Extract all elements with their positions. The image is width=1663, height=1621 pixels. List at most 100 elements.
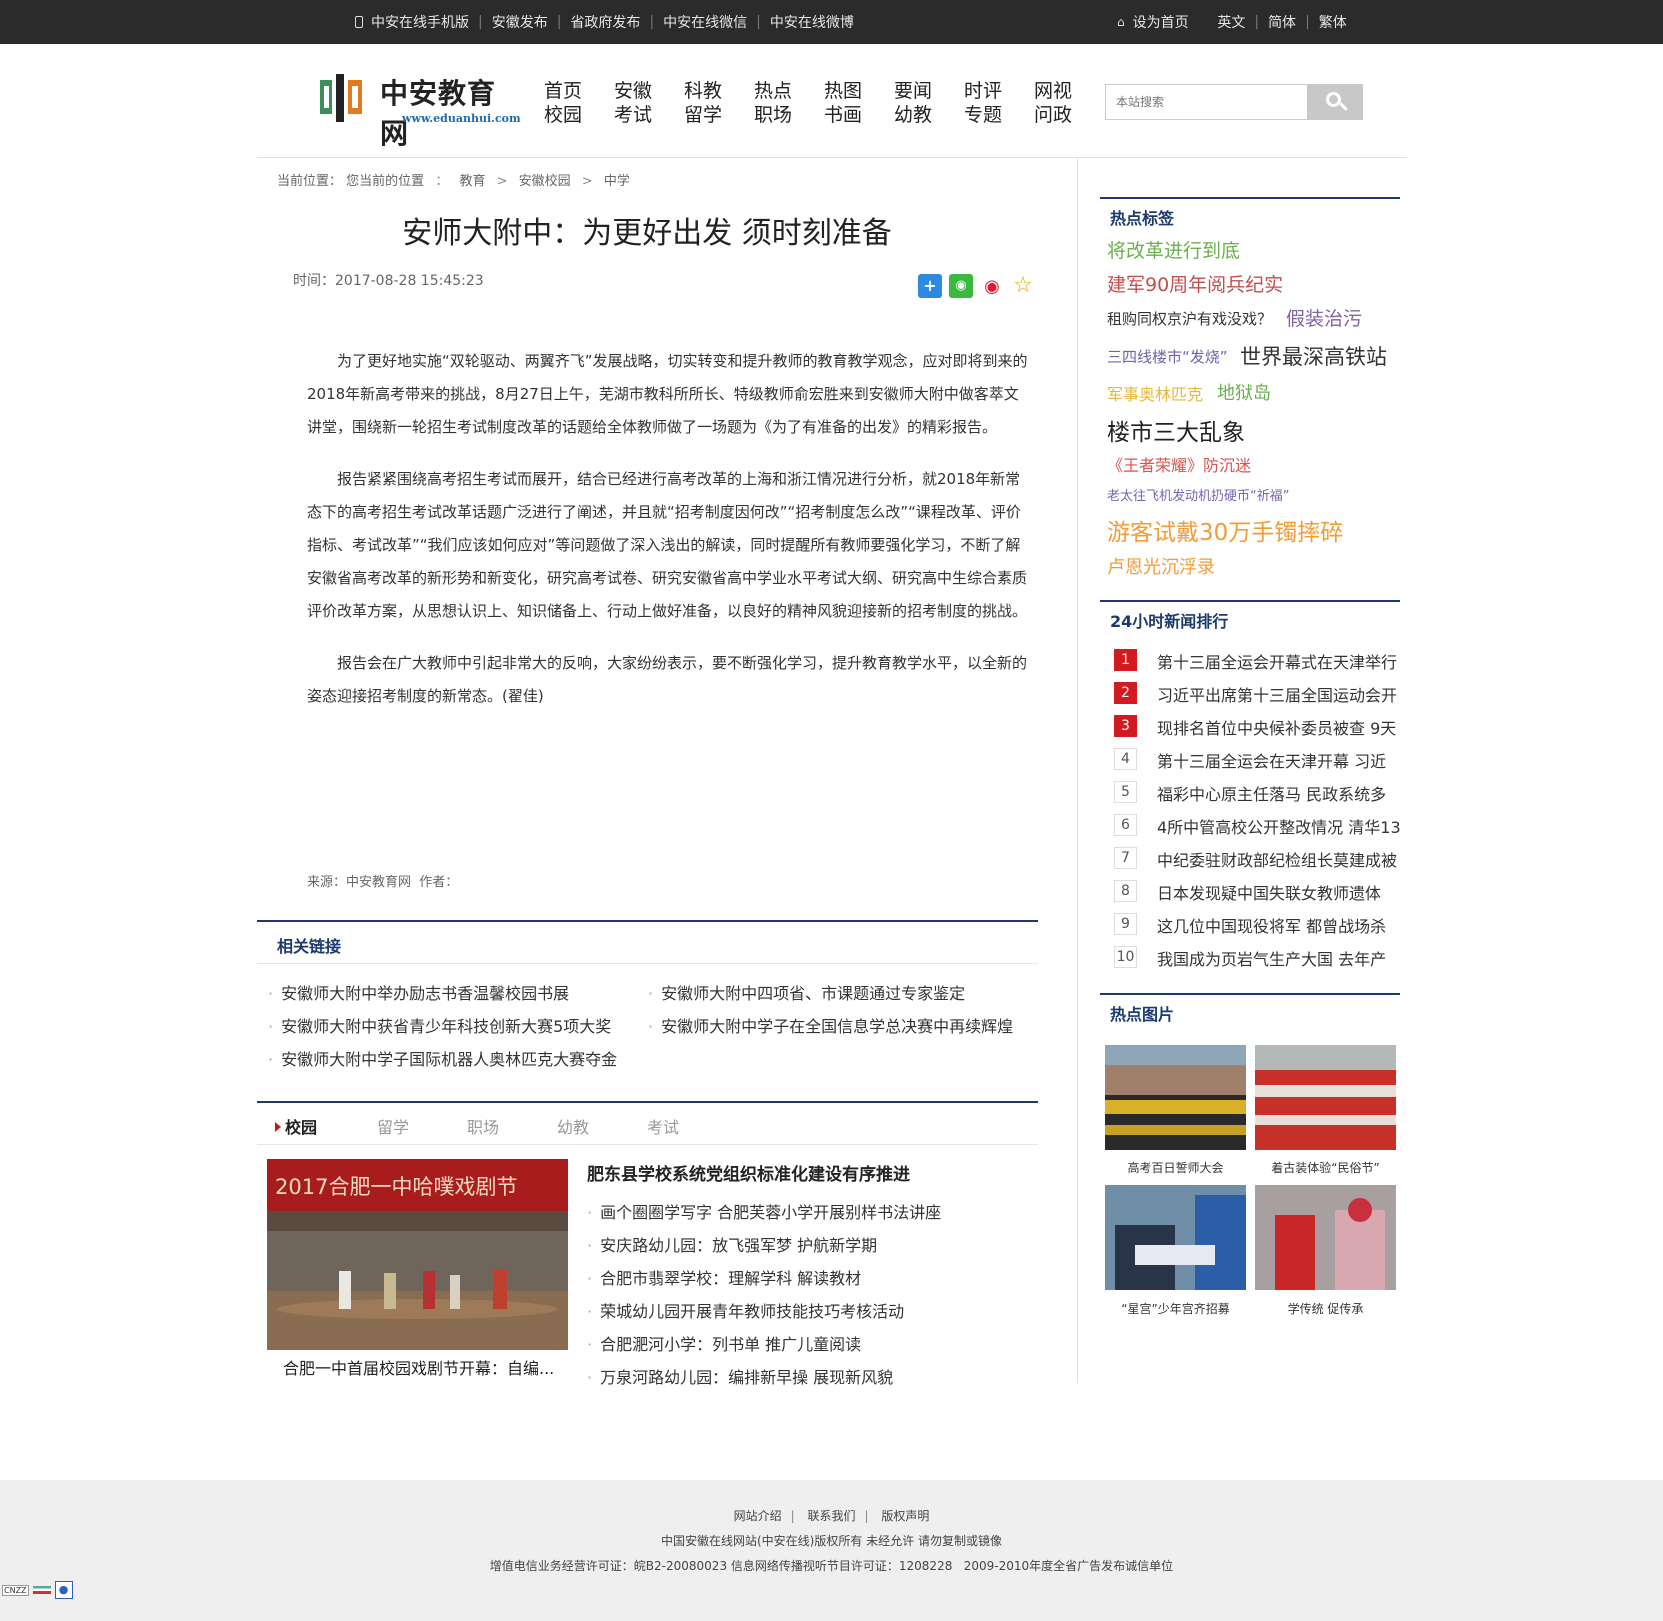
set-homepage-link[interactable]: 设为首页: [1133, 12, 1189, 32]
anhui-release-link[interactable]: 安徽发布: [492, 12, 548, 32]
hot-pic[interactable]: [1255, 1045, 1396, 1150]
news-ranking-title: 24小时新闻排行: [1110, 612, 1229, 631]
contact-link[interactable]: 联系我们: [807, 1509, 855, 1523]
related-link[interactable]: 安徽师大附中学子在全国信息学总决赛中再续辉煌: [648, 1013, 1013, 1037]
nav-item-science[interactable]: 科教: [684, 80, 722, 102]
tab-campus[interactable]: 校园: [275, 1114, 317, 1138]
paw-badge-icon[interactable]: ●: [54, 1581, 73, 1599]
related-link[interactable]: 安徽师大附中四项省、市课题通过专家鉴定: [648, 980, 965, 1004]
wechat-link[interactable]: 中安在线微信: [663, 12, 747, 32]
article-paragraph: 报告紧紧围绕高考招生考试而展开，结合已经进行高考改革的上海和浙江情况进行分析，就…: [307, 470, 1028, 620]
star-favorite-icon[interactable]: ☆: [1011, 274, 1035, 298]
hot-tag[interactable]: 地狱岛: [1217, 379, 1271, 405]
tab-exam[interactable]: 考试: [647, 1114, 679, 1138]
hot-tag[interactable]: 游客试戴30万手镯摔碎: [1107, 513, 1343, 547]
search-button[interactable]: [1307, 84, 1363, 120]
youth-palace-photo: [1105, 1185, 1246, 1290]
weibo-icon[interactable]: ◉: [980, 274, 1004, 298]
article-body: 为了更好地实施“双轮驱动、两翼齐飞”发展战略，切实转变和提升教师的教育教学观念，…: [307, 345, 1029, 732]
nav-item-home[interactable]: 首页: [544, 80, 582, 102]
feature-image[interactable]: 2017合肥一中哈噗戏剧节: [267, 1159, 568, 1350]
breadcrumb-anhui-campus[interactable]: 安徽校园: [519, 174, 571, 189]
news-ranking-section: 24小时新闻排行: [1100, 600, 1400, 631]
article-source: 来源：中安教育网 作者：: [307, 875, 459, 890]
footer-copyright: 中国安徽在线网站(中安在线)版权所有 未经允许 请勿复制或镜像: [661, 1534, 1002, 1548]
breadcrumb-middle-school[interactable]: 中学: [604, 174, 630, 189]
nav-item-calligraphy[interactable]: 书画: [824, 104, 862, 126]
traditional-link[interactable]: 繁体: [1319, 12, 1347, 32]
related-link[interactable]: 安徽师大附中获省青少年科技创新大赛5项大奖: [268, 1013, 611, 1037]
nav-item-commentary[interactable]: 时评: [964, 80, 1002, 102]
campus-news-item[interactable]: 安庆路幼儿园：放飞强军梦 护航新学期: [587, 1229, 941, 1262]
hot-tag[interactable]: 三四线楼市“发烧”: [1107, 346, 1228, 367]
top-links-right: ⌂ 设为首页 | 英文 | 简体 | 繁体: [1117, 12, 1347, 32]
nav-column: 热图 书画: [808, 79, 878, 127]
related-link[interactable]: 安徽师大附中举办励志书香温馨校园书展: [268, 980, 569, 1004]
hot-pic[interactable]: [1105, 1185, 1246, 1290]
article-time: 时间：2017-08-28 15:45:23: [293, 273, 484, 289]
site-header: 中安教育网 www.eduanhui.com 首页 校园 安徽 考试 科教 留学 热点…: [0, 44, 1663, 157]
nav-item-anhui[interactable]: 安徽: [614, 80, 652, 102]
breadcrumb-education[interactable]: 教育: [459, 174, 485, 189]
article-paragraph: 报告会在广大教师中引起非常大的反响，大家纷纷表示，要不断强化学习，提升教育教学水…: [307, 654, 1028, 705]
hot-pic[interactable]: [1255, 1185, 1396, 1290]
weibo-link[interactable]: 中安在线微博: [770, 12, 854, 32]
nav-item-inquiry[interactable]: 问政: [1034, 104, 1072, 126]
breadcrumb-here: 您当前的位置: [346, 174, 425, 189]
campus-news-item[interactable]: 合肥淝河小学：列书单 推广儿童阅读: [587, 1328, 941, 1361]
provincial-gov-link[interactable]: 省政府发布: [570, 12, 640, 32]
tab-preschool[interactable]: 幼教: [557, 1114, 589, 1138]
logo-mark-icon: [320, 74, 362, 122]
nav-item-topics[interactable]: 专题: [964, 104, 1002, 126]
campus-headline[interactable]: 肥东县学校系统党组织标准化建设有序推进: [587, 1160, 941, 1185]
home-icon: ⌂: [1117, 15, 1125, 29]
hot-tag[interactable]: 将改革进行到底: [1107, 236, 1240, 263]
search-input[interactable]: [1105, 84, 1307, 120]
nav-item-study-abroad[interactable]: 留学: [684, 104, 722, 126]
english-link[interactable]: 英文: [1217, 12, 1245, 32]
hot-tag[interactable]: 卢恩光沉浮录: [1107, 553, 1215, 579]
article-paragraph: 为了更好地实施“双轮驱动、两翼齐飞”发展战略，切实转变和提升教师的教育教学观念，…: [307, 352, 1028, 436]
nav-item-hot-pics[interactable]: 热图: [824, 80, 862, 102]
campus-news-list: 肥东县学校系统党组织标准化建设有序推进 画个圈圈学写字 合肥芙蓉小学开展别样书法…: [587, 1160, 941, 1394]
nav-item-video[interactable]: 网视: [1034, 80, 1072, 102]
category-tabs: 校园 留学 职场 幼教 考试: [257, 1101, 1038, 1145]
nav-item-campus[interactable]: 校园: [544, 104, 582, 126]
campus-news-item[interactable]: 万泉河路幼儿园：编排新早操 展现新风貌: [587, 1361, 941, 1394]
campus-news-item[interactable]: 画个圈圈学写字 合肥芙蓉小学开展别样书法讲座: [587, 1196, 941, 1229]
related-link[interactable]: 安徽师大附中学子国际机器人奥林匹克大赛夺金: [268, 1046, 617, 1070]
nav-item-exam[interactable]: 考试: [614, 104, 652, 126]
feature-caption[interactable]: 合肥一中首届校园戏剧节开幕：自编...: [283, 1355, 554, 1379]
breadcrumb: 当前位置： 您当前的位置 ： 教育 > 安徽校园 > 中学: [277, 174, 630, 189]
mobile-version-link[interactable]: 中安在线手机版: [371, 12, 469, 32]
tab-career[interactable]: 职场: [467, 1114, 499, 1138]
about-link[interactable]: 网站介绍: [734, 1509, 782, 1523]
hot-pic[interactable]: [1105, 1045, 1246, 1150]
hot-tag[interactable]: 老太往飞机发动机扔硬币“祈福”: [1107, 485, 1289, 504]
site-logo[interactable]: 中安教育网 www.eduanhui.com: [318, 72, 521, 150]
hot-tag[interactable]: 假装治污: [1286, 304, 1362, 331]
simplified-link[interactable]: 简体: [1268, 12, 1296, 32]
flag-badge-icon[interactable]: [32, 1586, 51, 1594]
wechat-icon[interactable]: ◉: [949, 274, 973, 298]
copyright-link[interactable]: 版权声明: [881, 1509, 929, 1523]
hot-tag[interactable]: 建军90周年阅兵纪实: [1107, 270, 1283, 297]
nav-item-news[interactable]: 要闻: [894, 80, 932, 102]
hot-tag[interactable]: 军事奥林匹克: [1107, 381, 1203, 405]
nav-item-career[interactable]: 职场: [754, 104, 792, 126]
campus-news-item[interactable]: 荣城幼儿园开展青年教师技能技巧考核活动: [587, 1295, 941, 1328]
hot-tag[interactable]: 《王者荣耀》防沉迷: [1107, 452, 1251, 476]
campus-news-item[interactable]: 合肥市翡翠学校：理解学科 解读教材: [587, 1262, 941, 1295]
exam-rally-photo: [1105, 1045, 1246, 1150]
hot-pic-caption: “星宫”少年宫齐招募: [1121, 1302, 1230, 1316]
plus-share-icon[interactable]: +: [918, 274, 942, 298]
cnzz-badge[interactable]: CNZZ: [2, 1584, 29, 1596]
hot-tag[interactable]: 世界最深高铁站: [1240, 341, 1387, 371]
hot-tag[interactable]: 租购同权京沪有戏没戏？: [1107, 308, 1272, 329]
hot-tag[interactable]: 楼市三大乱象: [1107, 413, 1245, 447]
nav-column: 要闻 幼教: [878, 79, 948, 127]
main-nav: 首页 校园 安徽 考试 科教 留学 热点 职场 热图 书画 要闻 幼教 时评 专题 网视 问政: [528, 79, 1088, 127]
nav-item-preschool[interactable]: 幼教: [894, 104, 932, 126]
nav-item-hot[interactable]: 热点: [754, 80, 792, 102]
tab-study-abroad[interactable]: 留学: [377, 1114, 409, 1138]
